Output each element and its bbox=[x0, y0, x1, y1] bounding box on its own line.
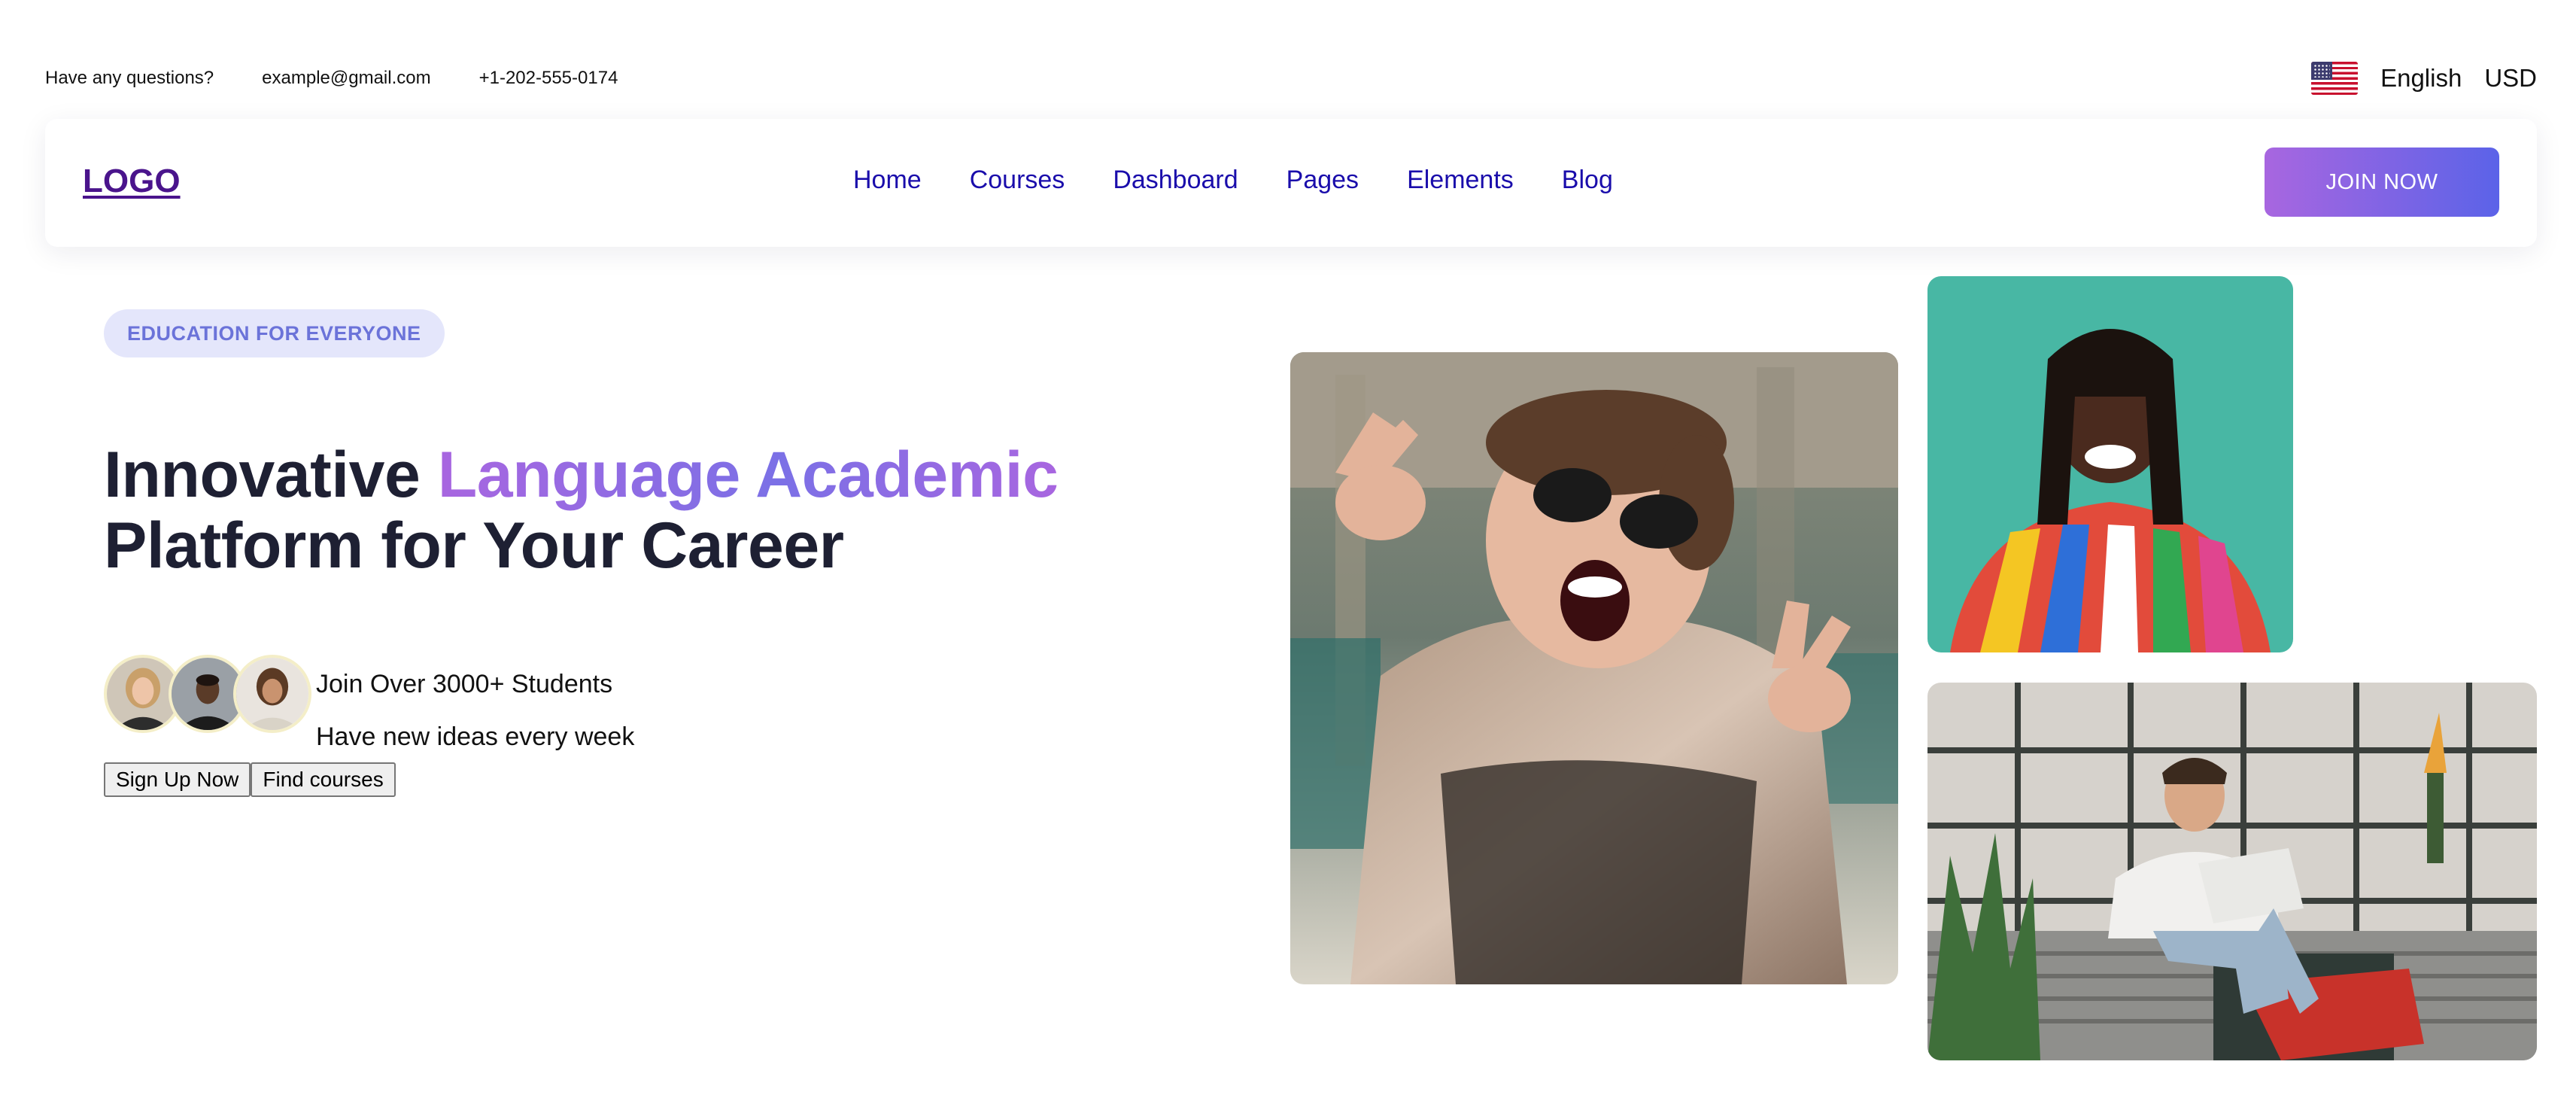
students-info: Join Over 3000+ Students Have new ideas … bbox=[104, 655, 634, 763]
students-count: Join Over 3000+ Students bbox=[316, 670, 613, 698]
top-bar: Have any questions? example@gmail.com +1… bbox=[45, 62, 2537, 98]
sign-up-button[interactable]: Sign Up Now bbox=[104, 762, 251, 797]
avatar bbox=[233, 655, 311, 733]
questions-label: Have any questions? bbox=[45, 68, 214, 88]
site-logo[interactable]: LOGO bbox=[83, 163, 181, 200]
locale-switcher: English USD bbox=[2311, 62, 2537, 95]
education-badge: EDUCATION FOR EVERYONE bbox=[104, 309, 445, 357]
us-flag-icon[interactable] bbox=[2311, 62, 2359, 95]
student-avatars bbox=[104, 655, 311, 733]
nav-links: Home Courses Dashboard Pages Elements Bl… bbox=[853, 166, 1613, 195]
nav-link-dashboard[interactable]: Dashboard bbox=[1113, 166, 1238, 195]
headline-start: Innovative bbox=[104, 439, 438, 511]
contact-info: Have any questions? example@gmail.com +1… bbox=[45, 68, 618, 89]
language-select[interactable]: English bbox=[2380, 64, 2462, 93]
hero-photo-man-newspaper bbox=[1927, 683, 2537, 1060]
nav-link-courses[interactable]: Courses bbox=[970, 166, 1065, 195]
students-tagline: Have new ideas every week bbox=[316, 722, 635, 751]
nav-link-elements[interactable]: Elements bbox=[1407, 166, 1514, 195]
find-courses-button[interactable]: Find courses bbox=[251, 762, 396, 797]
nav-link-pages[interactable]: Pages bbox=[1286, 166, 1359, 195]
nav-link-blog[interactable]: Blog bbox=[1562, 166, 1613, 195]
cta-buttons: Sign Up Now Find courses bbox=[104, 762, 396, 797]
contact-phone[interactable]: +1-202-555-0174 bbox=[479, 68, 618, 89]
nav-link-home[interactable]: Home bbox=[853, 166, 922, 195]
hero-headline: Innovative Language Academic Platform fo… bbox=[104, 440, 1277, 581]
hero-photo-woman-braids bbox=[1927, 276, 2293, 652]
headline-accent: Language Academic bbox=[437, 439, 1059, 511]
currency-select[interactable]: USD bbox=[2484, 64, 2537, 93]
main-navbar: LOGO Home Courses Dashboard Pages Elemen… bbox=[45, 119, 2537, 247]
headline-end: Platform for Your Career bbox=[104, 509, 844, 582]
students-text: Join Over 3000+ Students Have new ideas … bbox=[316, 658, 634, 763]
join-now-button[interactable]: JOIN NOW bbox=[2265, 148, 2499, 217]
contact-email[interactable]: example@gmail.com bbox=[262, 68, 430, 89]
hero-photo-woman-sunglasses bbox=[1290, 352, 1898, 984]
